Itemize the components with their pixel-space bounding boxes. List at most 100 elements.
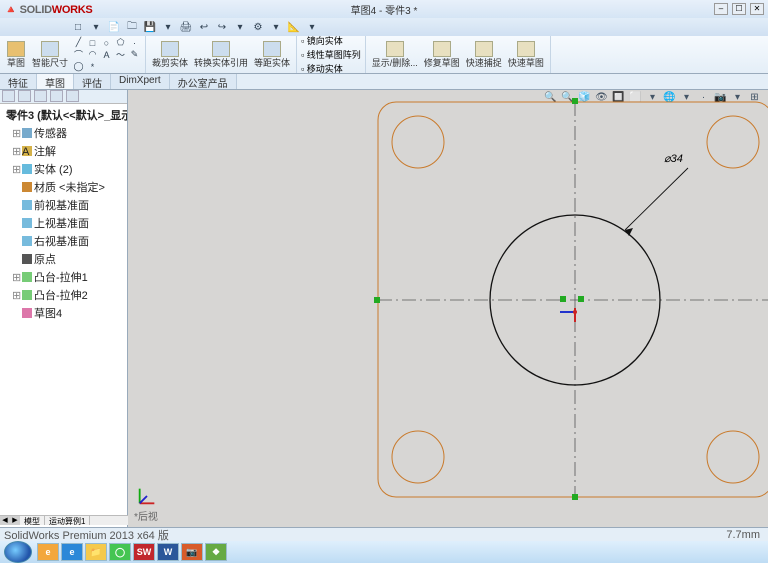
motion-study-tab[interactable]: 运动算例1	[45, 516, 90, 525]
tree-item-9[interactable]: ⊞凸台-拉伸2	[2, 286, 125, 304]
graphics-area[interactable]: 🔍🔍🧊👁🔲⬜▾🌐▾·📷▾⊞ ⌀34	[128, 90, 768, 527]
taskbar-app-2[interactable]: 📁	[85, 543, 107, 561]
tree-item-8[interactable]: ⊞凸台-拉伸1	[2, 268, 125, 286]
pattern-tool-0[interactable]: ▫ 镜向实体	[301, 34, 361, 47]
command-tab-3[interactable]: DimXpert	[111, 74, 170, 89]
sketch-tool-1[interactable]: □	[86, 37, 99, 48]
sketch-canvas: ⌀34	[128, 90, 768, 530]
sketch-tool-10[interactable]: ◯	[72, 61, 85, 72]
command-tab-0[interactable]: 特征	[0, 74, 37, 89]
taskbar-app-3[interactable]: ◯	[109, 543, 131, 561]
taskbar-app-0[interactable]: e	[37, 543, 59, 561]
sketch-tool-5[interactable]: ⌒	[72, 49, 85, 60]
dim-text[interactable]: ⌀34	[664, 153, 683, 165]
modify-tool-0[interactable]: 裁剪实体	[150, 37, 190, 72]
status-bar: SolidWorks Premium 2013 x64 版 7.7mm	[0, 527, 768, 541]
model-tab[interactable]: 模型	[20, 516, 45, 525]
command-tab-1[interactable]: 草图	[37, 74, 74, 89]
logo-a: 🔺	[4, 4, 17, 16]
corner-hole-tr	[707, 116, 759, 168]
tree-tab-4[interactable]	[50, 90, 63, 102]
corner-hole-tl	[392, 116, 444, 168]
tree-item-0[interactable]: ⊞传感器	[2, 124, 125, 142]
smart-dimension-button[interactable]: 智能尺寸	[30, 37, 70, 72]
qat-item-12[interactable]: 📐	[286, 20, 302, 34]
exit-sketch-button[interactable]: 草图	[4, 37, 28, 72]
qat-item-4[interactable]: 💾	[142, 20, 158, 34]
tree-scroll-right[interactable]: ▶	[10, 516, 20, 525]
quick-access-toolbar: □▾📄🗀💾▾🖨↩↪▾⚙▾📐▾	[0, 18, 768, 36]
qat-item-7[interactable]: ↩	[196, 20, 212, 34]
tree-scroll-left[interactable]: ◀	[0, 516, 10, 525]
sketch-tools-grid: ╱□○⬠· ⌒◠A～✎ ◯*	[72, 37, 141, 72]
qat-item-6[interactable]: 🖨	[178, 20, 194, 34]
sketch-tool-0[interactable]: ╱	[72, 37, 85, 48]
tree-tab-2[interactable]	[18, 90, 31, 102]
pattern-tool-2[interactable]: ▫ 移动实体	[301, 62, 361, 75]
dim-leader	[625, 168, 688, 230]
title-bar: 🔺 SOLIDWORKS 草图4 - 零件3 * – ☐ ✕	[0, 0, 768, 18]
qat-item-1[interactable]: ▾	[88, 20, 104, 34]
taskbar-app-5[interactable]: W	[157, 543, 179, 561]
ribbon-group-sketch: 草图 智能尺寸 ╱□○⬠· ⌒◠A～✎ ◯*	[0, 36, 146, 73]
smart-dimension-label: 智能尺寸	[32, 58, 68, 68]
close-button[interactable]: ✕	[750, 3, 764, 15]
tree-tab-1[interactable]	[2, 90, 15, 102]
sketch-tool-9[interactable]: ✎	[128, 49, 141, 60]
qat-item-11[interactable]: ▾	[268, 20, 284, 34]
tree-tab-3[interactable]	[34, 90, 47, 102]
pattern-tool-1[interactable]: ▫ 线性草图阵列	[301, 48, 361, 61]
qat-item-10[interactable]: ⚙	[250, 20, 266, 34]
document-title: 草图4 - 零件3 *	[351, 2, 418, 17]
sketch-tool-2[interactable]: ○	[100, 37, 113, 48]
brand-works: WORKS	[52, 4, 93, 16]
util-tool-0[interactable]: 显示/删除...	[370, 37, 420, 72]
sketch-tool-3[interactable]: ⬠	[114, 37, 127, 48]
qat-item-2[interactable]: 📄	[106, 20, 122, 34]
modify-tool-1[interactable]: 转换实体引用	[192, 37, 250, 72]
tree-item-1[interactable]: ⊞A注解	[2, 142, 125, 160]
tree-item-4[interactable]: 前视基准面	[2, 196, 125, 214]
ribbon: 草图 智能尺寸 ╱□○⬠· ⌒◠A～✎ ◯* 裁剪实体转换实体引用等距实体 ▫ 镜向…	[0, 36, 768, 74]
qat-item-3[interactable]: 🗀	[124, 20, 140, 34]
qat-item-13[interactable]: ▾	[304, 20, 320, 34]
start-button[interactable]	[4, 541, 32, 563]
qat-item-8[interactable]: ↪	[214, 20, 230, 34]
corner-hole-br	[707, 431, 759, 483]
taskbar-app-1[interactable]: e	[61, 543, 83, 561]
qat-item-9[interactable]: ▾	[232, 20, 248, 34]
taskbar-app-6[interactable]: 📷	[181, 543, 203, 561]
util-tool-3[interactable]: 快速草图	[506, 37, 546, 72]
util-tool-2[interactable]: 快速捕捉	[464, 37, 504, 72]
exit-sketch-label: 草图	[7, 58, 25, 68]
taskbar-apps: ee📁◯SWW📷❖	[36, 543, 228, 561]
tree-item-2[interactable]: ⊞实体 (2)	[2, 160, 125, 178]
maximize-button[interactable]: ☐	[732, 3, 746, 15]
util-tool-1[interactable]: 修复草图	[422, 37, 462, 72]
qat-item-0[interactable]: □	[70, 20, 86, 34]
modify-tool-2[interactable]: 等距实体	[252, 37, 292, 72]
feature-tree[interactable]: 零件3 (默认<<默认>_显示状态⊞传感器⊞A注解⊞实体 (2)材质 <未指定>…	[0, 104, 127, 324]
command-tab-4[interactable]: 办公室产品	[170, 74, 237, 89]
sketch-tool-7[interactable]: A	[100, 49, 113, 60]
tree-item-6[interactable]: 右视基准面	[2, 232, 125, 250]
tree-tab-5[interactable]	[66, 90, 79, 102]
sketch-tool-4[interactable]: ·	[128, 37, 141, 48]
qat-item-5[interactable]: ▾	[160, 20, 176, 34]
windows-taskbar: ee📁◯SWW📷❖	[0, 541, 768, 563]
sketch-tool-8[interactable]: ～	[114, 49, 127, 60]
tree-item-7[interactable]: 原点	[2, 250, 125, 268]
sketch-tool-11[interactable]: *	[86, 61, 99, 72]
tree-item-5[interactable]: 上视基准面	[2, 214, 125, 232]
command-tab-2[interactable]: 评估	[74, 74, 111, 89]
ribbon-group-util: 显示/删除...修复草图快速捕捉快速草图	[366, 36, 551, 73]
taskbar-app-7[interactable]: ❖	[205, 543, 227, 561]
app-logo: 🔺 SOLIDWORKS	[4, 3, 92, 16]
tree-item-10[interactable]: 草图4	[2, 304, 125, 322]
sketch-tool-6[interactable]: ◠	[86, 49, 99, 60]
minimize-button[interactable]: –	[714, 3, 728, 15]
plate-outline	[378, 102, 768, 497]
taskbar-app-4[interactable]: SW	[133, 543, 155, 561]
tree-item-3[interactable]: 材质 <未指定>	[2, 178, 125, 196]
tree-root-label[interactable]: 零件3 (默认<<默认>_显示状态	[6, 107, 128, 123]
